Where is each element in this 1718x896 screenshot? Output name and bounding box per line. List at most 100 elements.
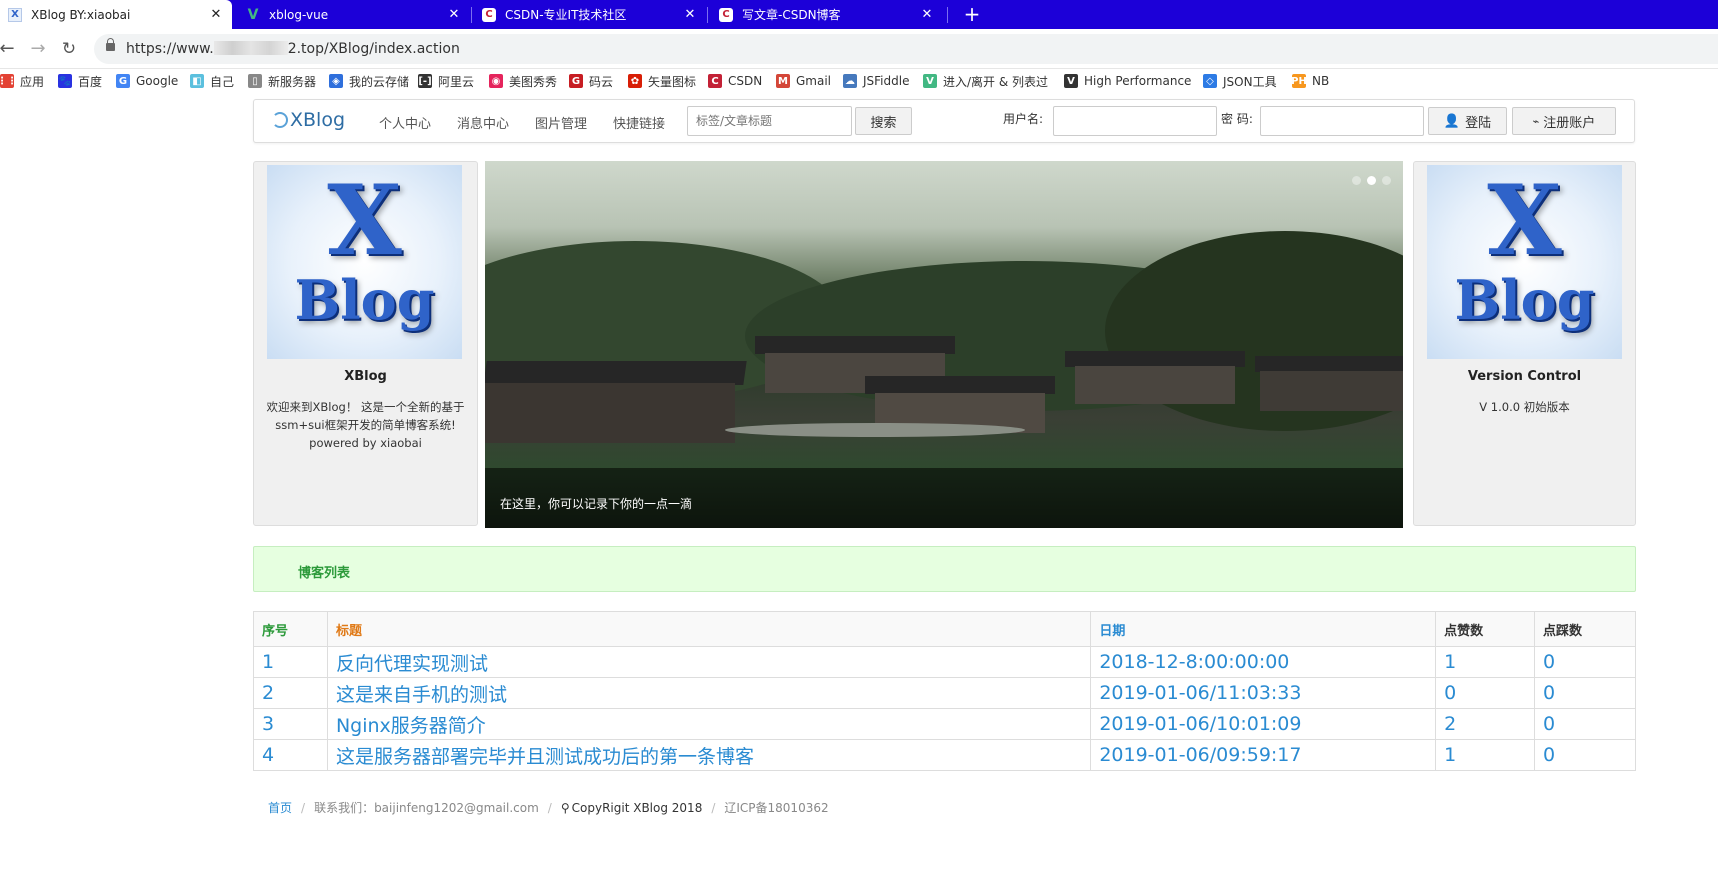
cell-title[interactable]: 反向代理实现测试: [326, 646, 1092, 678]
carousel-indicators: [1352, 176, 1391, 185]
bookmark-item[interactable]: G 码云: [569, 73, 613, 89]
footer-separator: /: [301, 800, 306, 815]
nav-personal-center[interactable]: 个人中心: [379, 113, 431, 132]
carousel-dot-2[interactable]: [1367, 176, 1376, 185]
bookmark-icon: C: [708, 74, 722, 88]
version-text: V 1.0.0 初始版本: [1479, 400, 1570, 414]
col-header-dislikes: 点踩数: [1534, 611, 1636, 647]
bookmark-item[interactable]: ▯ 新服务器: [248, 73, 316, 89]
card-title: XBlog: [344, 369, 387, 384]
footer-home-link[interactable]: 首页: [268, 799, 292, 816]
close-tab-icon[interactable]: ✕: [446, 7, 462, 22]
tab-csdn[interactable]: C CSDN-专业IT技术社区 ✕: [474, 0, 706, 29]
tab-xblog[interactable]: X XBlog BY:xiaobai ✕: [0, 0, 232, 29]
address-bar: ← → ↻ https://www. 2.top/XBlog/index.acti…: [0, 29, 1718, 69]
back-arrow-icon[interactable]: ←: [0, 38, 18, 60]
bookmark-icon: ⋮⋮: [0, 74, 17, 88]
tab-csdn-blog[interactable]: C 写文章-CSDN博客 ✕: [711, 0, 943, 29]
carousel-dot-3[interactable]: [1382, 176, 1391, 185]
bookmark-item[interactable]: [-] 阿里云: [418, 73, 474, 89]
lock-icon: [106, 38, 115, 51]
login-button-label: 登陆: [1465, 115, 1492, 131]
tab-separator: [947, 7, 948, 23]
col-header-date: 日期: [1090, 611, 1437, 647]
table-row: 2 这是来自手机的测试 2019-01-06/11:03:33 0 0: [253, 677, 1636, 709]
bookmark-label: JSON工具: [1223, 74, 1277, 89]
bookmark-label: 我的云存储: [349, 74, 410, 89]
blog-list-banner: 博客列表: [253, 546, 1636, 592]
user-icon: 👤: [1443, 113, 1461, 129]
password-field[interactable]: [1260, 106, 1424, 136]
close-tab-icon[interactable]: ✕: [208, 7, 224, 22]
cell-title[interactable]: 这是服务器部署完毕并且测试成功后的第一条博客: [326, 739, 1092, 771]
nav-image-management[interactable]: 图片管理: [535, 113, 587, 132]
tab-separator: [707, 7, 708, 23]
url-omnibox[interactable]: https://www. 2.top/XBlog/index.action: [94, 34, 1718, 64]
bookmark-item[interactable]: G Google: [116, 73, 178, 89]
nav-message-center[interactable]: 消息中心: [457, 113, 509, 132]
url-text[interactable]: https://www. 2.top/XBlog/index.action: [126, 41, 460, 57]
csdn-favicon-icon: C: [719, 7, 733, 22]
blog-table: 序号 标题 日期 点赞数 点踩数 1 反向代理实现测试 2018-12-8:00:0…: [253, 611, 1636, 771]
bookmark-item[interactable]: ⋮⋮ 应用: [0, 73, 44, 89]
bookmark-item[interactable]: C CSDN: [708, 73, 762, 89]
bookmark-item[interactable]: ◉ 美图秀秀: [489, 73, 557, 89]
bookmark-item[interactable]: M Gmail: [776, 73, 831, 89]
footer-contact: 联系我们：baijinfeng1202@gmail.com: [314, 801, 539, 815]
col-header-index: 序号: [253, 611, 328, 647]
blog-list-title: 博客列表: [298, 566, 351, 581]
image-carousel[interactable]: 在这里，你可以记录下你的一点一滴: [485, 161, 1403, 528]
bookmark-item[interactable]: ◧ 自己: [190, 73, 234, 89]
cell-title[interactable]: 这是来自手机的测试: [326, 677, 1092, 709]
cell-likes: 2: [1435, 708, 1536, 740]
bookmark-item[interactable]: ◇ JSON工具: [1203, 73, 1277, 89]
bookmark-label: 码云: [589, 74, 614, 89]
carousel-caption: 在这里，你可以记录下你的一点一滴: [500, 497, 693, 511]
logo-letter-x: X: [1487, 165, 1562, 277]
bookmark-icon: PH: [1291, 74, 1307, 88]
username-field[interactable]: [1053, 106, 1217, 136]
bookmark-item[interactable]: 🐾 百度: [58, 73, 102, 89]
cell-dislikes: 0: [1534, 677, 1636, 709]
table-row: 3 Nginx服务器简介 2019-01-06/10:01:09 2 0: [253, 708, 1636, 740]
tab-xblog-vue[interactable]: V xblog-vue ✕: [238, 0, 470, 29]
reload-icon[interactable]: ↻: [58, 38, 80, 60]
cell-likes: 1: [1435, 739, 1536, 771]
close-tab-icon[interactable]: ✕: [919, 7, 935, 22]
register-button[interactable]: ⌁ 注册账户: [1512, 107, 1616, 135]
brand-logo[interactable]: XBlog: [272, 109, 345, 131]
cell-dislikes: 0: [1534, 646, 1636, 678]
footer-copyright: CopyRigit XBlog 2018: [571, 800, 703, 815]
bookmark-label: CSDN: [728, 74, 763, 88]
card-title: Version Control: [1467, 369, 1582, 384]
login-button[interactable]: 👤 登陆: [1428, 107, 1507, 135]
close-tab-icon[interactable]: ✕: [682, 7, 698, 22]
bookmark-label: Google: [136, 74, 179, 88]
csdn-favicon-icon: C: [482, 7, 496, 22]
bookmark-label: 新服务器: [268, 74, 317, 89]
cell-index: 2: [253, 677, 328, 709]
bookmark-icon: ◧: [190, 74, 204, 88]
carousel-dot-1[interactable]: [1352, 176, 1361, 185]
cell-date: 2018-12-8:00:00:00: [1090, 646, 1437, 678]
search-button[interactable]: 搜索: [855, 107, 912, 135]
bookmark-label: NB: [1312, 74, 1330, 88]
bookmark-item[interactable]: ✿ 矢量图标: [628, 73, 696, 89]
bookmark-icon: ▯: [248, 74, 262, 88]
bookmark-item[interactable]: V 进入/离开 & 列表过: [923, 73, 1048, 89]
bookmark-item[interactable]: ◈ 我的云存储: [329, 73, 409, 89]
bookmark-icon: ✿: [628, 74, 642, 88]
bookmark-label: JSFiddle: [863, 74, 910, 88]
password-label: 密 码:: [1221, 112, 1253, 126]
nav-quick-links[interactable]: 快捷链接: [613, 113, 665, 132]
bookmark-label: 矢量图标: [648, 74, 697, 89]
forward-arrow-icon[interactable]: →: [27, 38, 49, 60]
bookmark-label: 应用: [20, 74, 45, 89]
bookmark-item[interactable]: ☁ JSFiddle: [843, 73, 909, 89]
bookmark-item[interactable]: PH NB: [1291, 73, 1330, 89]
cell-title[interactable]: Nginx服务器简介: [326, 708, 1092, 740]
new-tab-button[interactable]: +: [960, 2, 984, 26]
search-input[interactable]: [687, 106, 852, 136]
footer-separator: /: [711, 800, 716, 815]
bookmark-item[interactable]: V High Performance: [1064, 73, 1191, 89]
